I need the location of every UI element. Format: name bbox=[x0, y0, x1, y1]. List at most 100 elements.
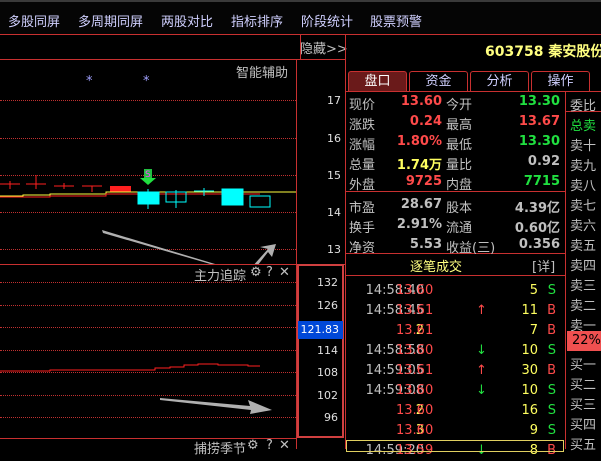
tick-side: B bbox=[547, 363, 556, 378]
quote-value: 1.80% bbox=[396, 134, 442, 149]
price-axis-label: 14 bbox=[327, 206, 341, 219]
tick-side: B bbox=[547, 303, 556, 318]
quote-value: 13.30 bbox=[518, 94, 560, 109]
menu-stock-alert[interactable]: 股票预警 bbox=[370, 11, 422, 30]
sell-signal-arrow-icon bbox=[140, 178, 156, 185]
sub-axis-label: 126 bbox=[317, 299, 338, 312]
buy-level: 买一 bbox=[570, 358, 597, 373]
buy-level: 买二 bbox=[570, 378, 597, 393]
quote-label: 内盘 bbox=[446, 178, 473, 193]
tick-side: S bbox=[547, 343, 556, 358]
sub-axis-label: 132 bbox=[317, 276, 338, 289]
menu-multi-period[interactable]: 多周期同屏 bbox=[78, 11, 143, 30]
tick-row-selected[interactable] bbox=[346, 440, 564, 452]
sub-axis-label: 102 bbox=[317, 389, 338, 402]
bottom-panel-title: 捕捞季节 bbox=[194, 442, 247, 457]
tick-row: 2 13.60 16 S bbox=[346, 401, 564, 421]
tick-direction-icon: ↓ bbox=[476, 343, 487, 358]
tick-row: 14:59:08 13.60 ↓ 10 S bbox=[346, 381, 564, 401]
quote-value: 13.67 bbox=[518, 114, 560, 129]
quote-label: 现价 bbox=[349, 98, 376, 113]
tick-side: S bbox=[547, 383, 556, 398]
sell-level: 卖三 bbox=[570, 279, 597, 294]
tick-volume: 10 bbox=[521, 383, 538, 398]
price-axis-label: 15 bbox=[327, 169, 341, 182]
stock-code: 603758 bbox=[485, 44, 544, 60]
sell-level: 卖七 bbox=[570, 199, 597, 214]
buy-level: 买五 bbox=[570, 438, 597, 453]
annotation-arrow-icon bbox=[160, 398, 272, 414]
indicator-line bbox=[0, 363, 272, 414]
tick-side: S bbox=[547, 403, 556, 418]
sell-level: 卖六 bbox=[570, 219, 597, 234]
quote-row: 换手 2.91% 流通 0.60亿 bbox=[346, 215, 564, 236]
quote-label: 流通 bbox=[446, 221, 473, 236]
tick-direction-icon: ↓ bbox=[476, 383, 487, 398]
tick-row: 2 13.61 7 B bbox=[346, 321, 564, 341]
quote-value: 1.74万 bbox=[396, 158, 442, 173]
sell-level: 卖二 bbox=[570, 299, 597, 314]
candlestick-chart: S bbox=[0, 169, 296, 264]
sub-axis-label: 96 bbox=[324, 411, 338, 424]
tick-volume: 5 bbox=[529, 283, 538, 298]
menu-compare[interactable]: 两股对比 bbox=[161, 11, 213, 30]
quote-value: 7715 bbox=[523, 174, 560, 189]
quote-row: 现价 13.60 今开 13.30 bbox=[346, 92, 564, 113]
help-icon[interactable]: ? bbox=[266, 438, 273, 453]
tick-detail-link[interactable]: [详] bbox=[532, 256, 555, 275]
tick-row: 14:58:40 13.60 5 S bbox=[346, 281, 564, 301]
tick-volume: 30 bbox=[521, 363, 538, 378]
menu-indicator-sort[interactable]: 指标排序 bbox=[231, 11, 283, 30]
sell-level: 卖八 bbox=[570, 179, 597, 194]
tick-volume: 10 bbox=[521, 343, 538, 358]
quote-label: 股本 bbox=[446, 201, 473, 216]
quote-value: 5.53 bbox=[409, 237, 442, 252]
quote-label: 涨幅 bbox=[349, 138, 376, 153]
quote-value: 9725 bbox=[405, 174, 442, 189]
stock-name: 秦安股份 bbox=[548, 44, 601, 60]
tick-price: 13.61 bbox=[396, 323, 434, 338]
tick-price: 13.60 bbox=[396, 383, 434, 398]
buy-level: 买四 bbox=[570, 418, 597, 433]
quote-label: 净资 bbox=[349, 241, 376, 256]
quote-row: 涨幅 1.80% 最低 13.30 bbox=[346, 132, 564, 153]
order-ratio-label: 委比 bbox=[570, 99, 597, 114]
annotation-arrow-icon bbox=[102, 230, 216, 264]
tick-row: 14:59:05 13.61 ↑ 30 B bbox=[346, 361, 564, 381]
close-icon[interactable]: ✕ bbox=[279, 438, 290, 453]
tick-price: 13.60 bbox=[396, 423, 434, 438]
menu-period-stats[interactable]: 阶段统计 bbox=[301, 11, 353, 30]
quote-value: 28.67 bbox=[400, 197, 442, 212]
menu-multi-stock[interactable]: 多股同屏 bbox=[8, 11, 60, 30]
quote-row: 总量 1.74万 量比 0.92 bbox=[346, 152, 564, 173]
quote-row: 涨跌 0.24 最高 13.67 bbox=[346, 112, 564, 133]
tab-analysis[interactable]: 分析 bbox=[470, 71, 529, 91]
tick-price: 13.61 bbox=[396, 363, 434, 378]
quote-value: 0.24 bbox=[409, 114, 442, 129]
settings-gear-icon[interactable]: ⚙ bbox=[247, 438, 259, 453]
quote-label: 换手 bbox=[349, 221, 376, 236]
quote-label: 最高 bbox=[446, 118, 473, 133]
tab-funds[interactable]: 资金 bbox=[409, 71, 468, 91]
hide-button[interactable]: 隐藏>> bbox=[300, 38, 348, 57]
tick-volume: 9 bbox=[529, 423, 538, 438]
quote-value: 4.39亿 bbox=[514, 201, 560, 216]
tick-volume: 7 bbox=[529, 323, 538, 338]
price-axis-label: 17 bbox=[327, 94, 341, 107]
sub-axis-label: 114 bbox=[317, 344, 338, 357]
sell-level: 卖九 bbox=[570, 159, 597, 174]
quote-label: 市盈 bbox=[349, 201, 376, 216]
tab-pankou[interactable]: 盘口 bbox=[348, 71, 407, 91]
quote-value: 13.60 bbox=[400, 94, 442, 109]
quote-label: 最低 bbox=[446, 138, 473, 153]
quote-value: 0.60亿 bbox=[514, 221, 560, 236]
quote-row: 净资 5.53 收益(三) 0.356 bbox=[346, 235, 564, 256]
tick-price: 13.60 bbox=[396, 343, 434, 358]
order-ratio-badge: 22% bbox=[567, 331, 601, 351]
tab-operate[interactable]: 操作 bbox=[531, 71, 590, 91]
quote-label: 涨跌 bbox=[349, 118, 376, 133]
quote-label: 总量 bbox=[349, 158, 376, 173]
tick-price: 13.61 bbox=[396, 303, 434, 318]
sub-axis-label: 108 bbox=[317, 366, 338, 379]
quote-label: 外盘 bbox=[349, 178, 376, 193]
